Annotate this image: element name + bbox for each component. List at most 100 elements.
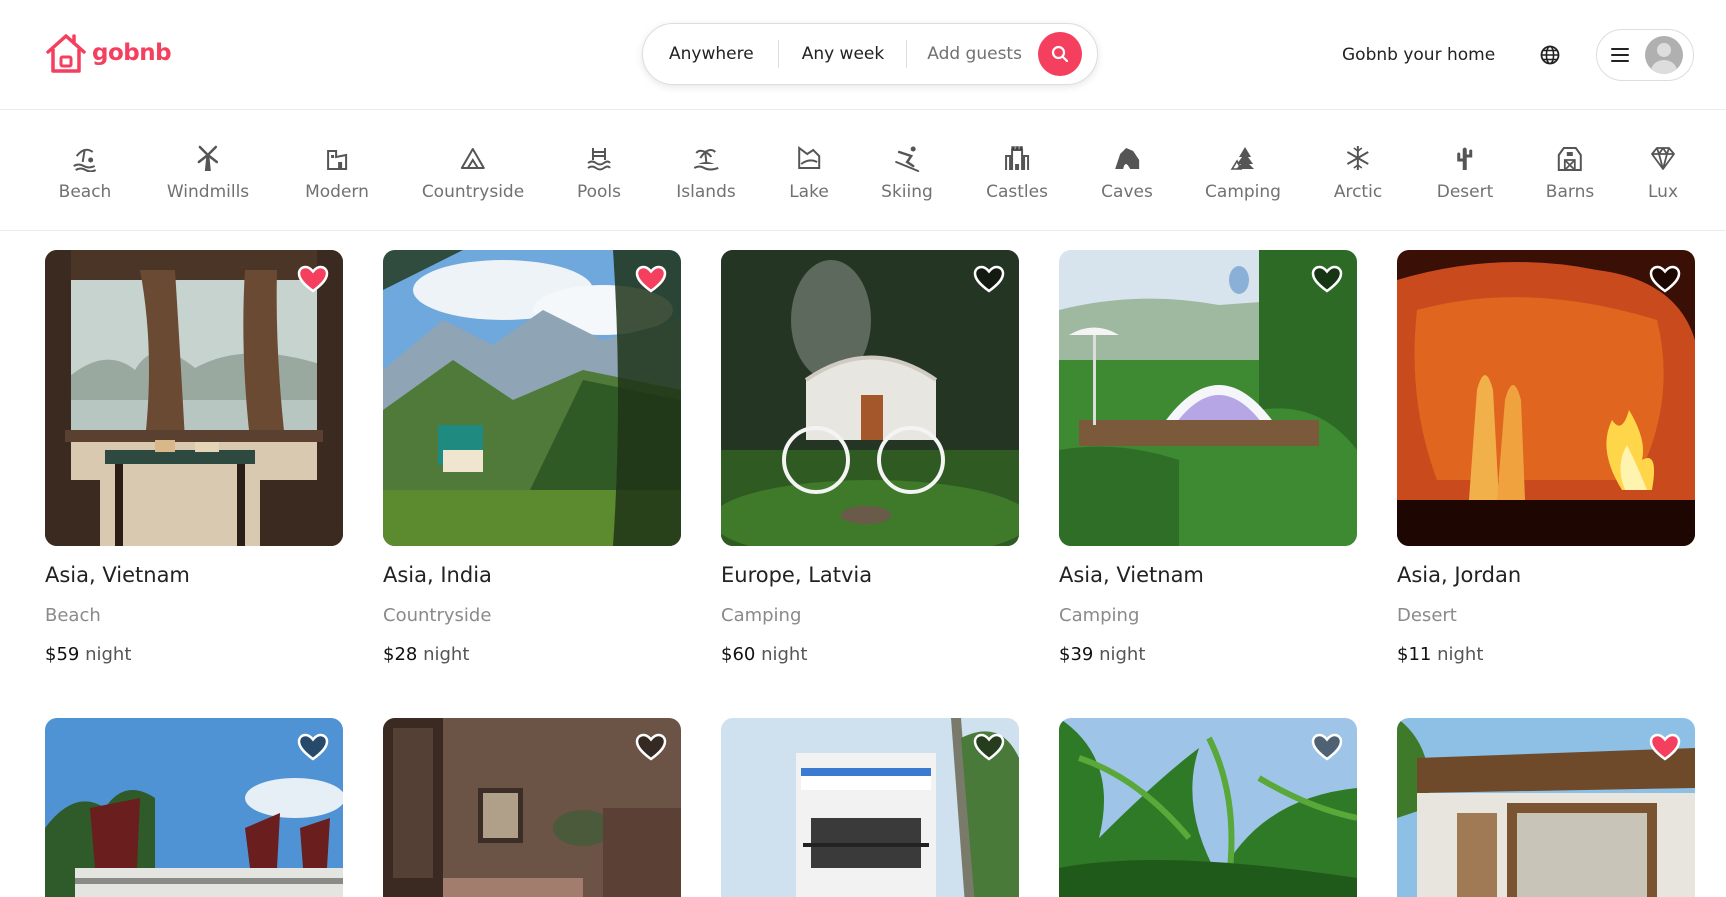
favorite-heart-icon[interactable]: [635, 264, 667, 294]
listing-location: Asia, Vietnam: [45, 563, 190, 587]
favorite-heart-outline-icon[interactable]: [635, 732, 667, 762]
top-header: gobnb Anywhere Any week Add guests Gobnb…: [0, 0, 1726, 110]
listing-location: Asia, Jordan: [1397, 563, 1522, 587]
category-label: Windmills: [166, 182, 250, 202]
category-beach[interactable]: Beach: [58, 144, 112, 202]
restaurant-boat-window-photo: [45, 250, 343, 546]
listing-category: Camping: [1059, 605, 1140, 626]
favorite-heart-outline-icon[interactable]: [1649, 264, 1681, 294]
listing-photo[interactable]: [383, 250, 681, 546]
category-desert[interactable]: Desert: [1436, 144, 1494, 202]
modern-house-icon: [326, 150, 347, 170]
house-logo-icon: [46, 34, 86, 73]
search-where[interactable]: Anywhere: [643, 24, 778, 84]
favorite-heart-outline-icon[interactable]: [1311, 732, 1343, 762]
category-castles[interactable]: Castles: [986, 144, 1048, 202]
listing-price: $39 night: [1059, 644, 1357, 665]
category-lux[interactable]: Lux: [1648, 144, 1678, 202]
category-label: Beach: [58, 182, 112, 202]
pool-icon: [587, 148, 611, 171]
listing-card[interactable]: Asia, Vietnam Camping $39 night: [1059, 250, 1357, 665]
favorite-heart-icon[interactable]: [297, 264, 329, 294]
favorite-heart-outline-icon[interactable]: [297, 732, 329, 762]
logo[interactable]: gobnb: [44, 30, 172, 76]
category-modern[interactable]: Modern: [305, 144, 369, 202]
hamburger-menu-icon: [1611, 48, 1629, 62]
listing-photo[interactable]: [721, 250, 1019, 546]
favorite-heart-outline-icon[interactable]: [1311, 264, 1343, 294]
listing-photo[interactable]: [1059, 250, 1357, 546]
listing-card[interactable]: Asia, Jordan Desert $11 night: [1397, 250, 1695, 665]
listing-card[interactable]: [383, 718, 681, 897]
category-arctic[interactable]: Arctic: [1334, 144, 1382, 202]
category-windmills[interactable]: Windmills: [167, 144, 249, 202]
listing-card[interactable]: Asia, India Countryside $28 night: [383, 250, 681, 665]
listing-price: $11 night: [1397, 644, 1695, 665]
price-unit: night: [85, 644, 132, 665]
castle-icon: [1004, 146, 1029, 170]
listing-card[interactable]: [1059, 718, 1357, 897]
listing-photo[interactable]: [45, 718, 343, 897]
price-amount: $11: [1397, 644, 1432, 665]
category-barns[interactable]: Barns: [1546, 144, 1594, 202]
desert-campfire-photo: [1397, 250, 1695, 546]
listing-card[interactable]: [1397, 718, 1695, 897]
price-unit: night: [761, 644, 808, 665]
countryside-icon: [461, 148, 485, 169]
listing-price: $28 night: [383, 644, 681, 665]
category-label: Desert: [1436, 182, 1494, 202]
category-caves[interactable]: Caves: [1101, 144, 1153, 202]
camping-icon: [1230, 147, 1254, 170]
listing-location: Asia, India: [383, 563, 492, 587]
search-button[interactable]: [1037, 32, 1082, 76]
avatar: [1645, 36, 1683, 74]
listing-card[interactable]: Asia, Vietnam Beach $59 night: [45, 250, 343, 665]
glamping-dome-photo: [1059, 250, 1357, 546]
user-menu-button[interactable]: [1596, 29, 1694, 81]
search-when[interactable]: Any week: [779, 24, 907, 84]
price-amount: $28: [383, 644, 418, 665]
listing-photo[interactable]: [383, 718, 681, 897]
search-guests[interactable]: Add guests: [907, 24, 1038, 84]
cactus-icon: [1457, 147, 1473, 170]
category-pools[interactable]: Pools: [577, 144, 621, 202]
language-button[interactable]: [1530, 35, 1570, 75]
host-link[interactable]: Gobnb your home: [1330, 34, 1507, 76]
price-unit: night: [423, 644, 470, 665]
category-lake[interactable]: Lake: [789, 144, 829, 202]
category-islands[interactable]: Islands: [676, 144, 736, 202]
listing-photo[interactable]: [1397, 250, 1695, 546]
mountain-valley-house-photo: [383, 250, 681, 546]
category-countryside[interactable]: Countryside: [422, 144, 524, 202]
favorite-heart-icon[interactable]: [1649, 732, 1681, 762]
listing-card[interactable]: [45, 718, 343, 897]
category-bar: Beach Windmills Modern Countryside Pools…: [0, 111, 1726, 231]
listing-photo[interactable]: [45, 250, 343, 546]
category-skiing[interactable]: Skiing: [881, 144, 933, 202]
diamond-icon: [1651, 147, 1675, 170]
listing-photo[interactable]: [721, 718, 1019, 897]
search-bar[interactable]: Anywhere Any week Add guests: [642, 23, 1098, 85]
price-unit: night: [1099, 644, 1146, 665]
category-label: Camping: [1205, 182, 1281, 202]
favorite-heart-outline-icon[interactable]: [973, 264, 1005, 294]
category-label: Lux: [1647, 182, 1679, 202]
logo-text: gobnb: [92, 40, 172, 66]
listing-price: $59 night: [45, 644, 343, 665]
listing-photo[interactable]: [1059, 718, 1357, 897]
category-camping[interactable]: Camping: [1205, 144, 1281, 202]
yurt-forest-photo: [721, 250, 1019, 546]
globe-icon: [1540, 45, 1560, 65]
barn-icon: [1558, 147, 1582, 171]
snowflake-icon: [1347, 146, 1369, 170]
listing-photo[interactable]: [1397, 718, 1695, 897]
listing-card[interactable]: [721, 718, 1019, 897]
listing-category: Camping: [721, 605, 802, 626]
price-unit: night: [1437, 644, 1484, 665]
category-label: Castles: [986, 182, 1048, 202]
listing-card[interactable]: Europe, Latvia Camping $60 night: [721, 250, 1019, 665]
beach-icon: [73, 148, 97, 172]
price-amount: $60: [721, 644, 756, 665]
favorite-heart-outline-icon[interactable]: [973, 732, 1005, 762]
category-label: Modern: [305, 182, 369, 202]
